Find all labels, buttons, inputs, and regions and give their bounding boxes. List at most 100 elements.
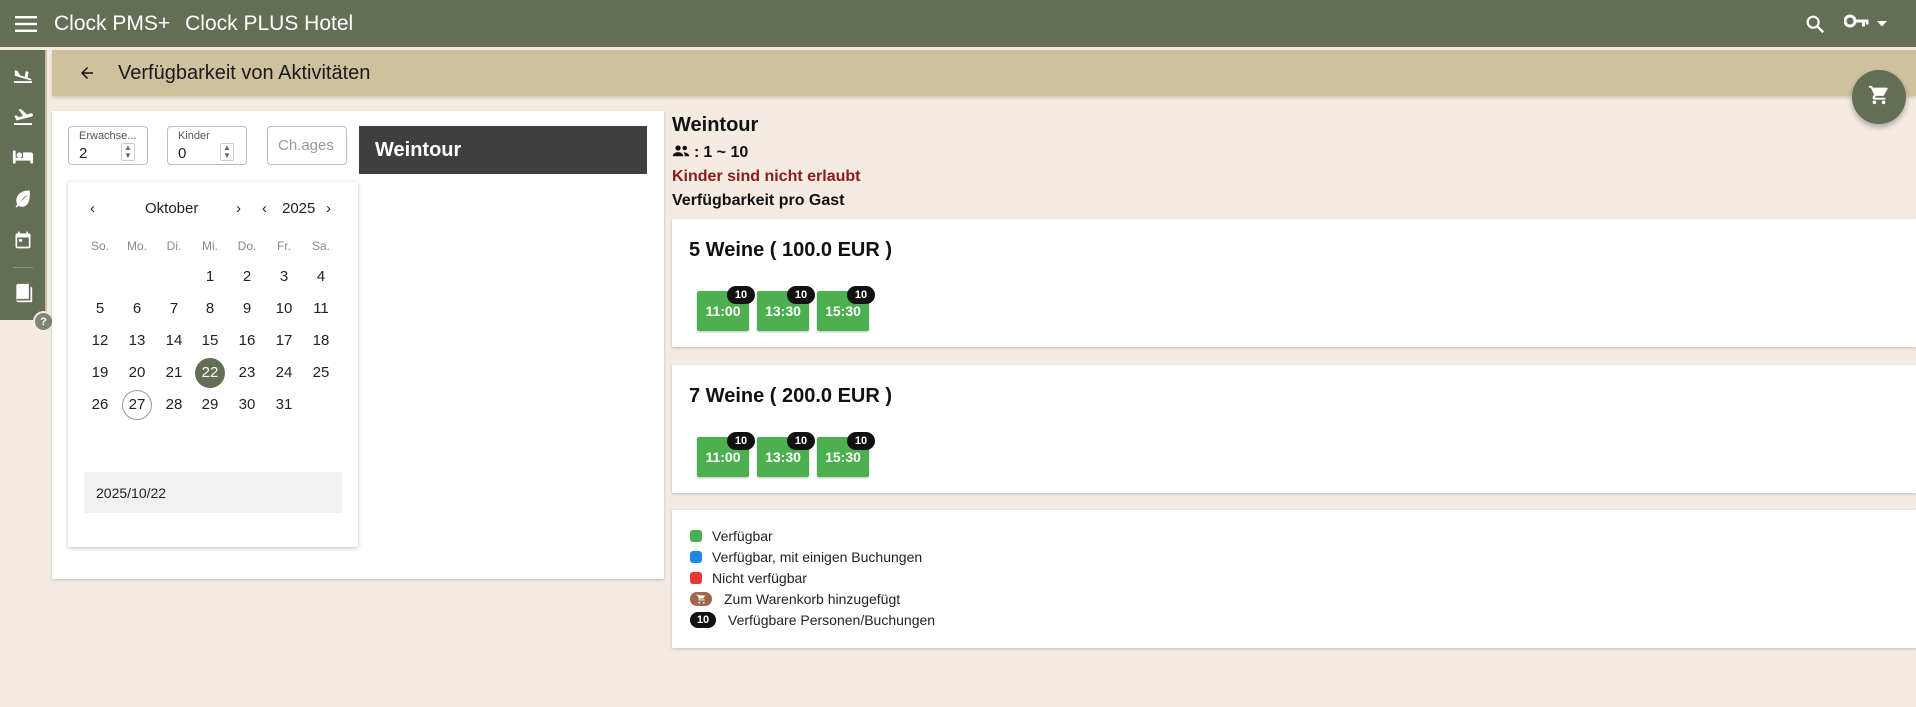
year-label[interactable]: 2025 [282,200,315,217]
leaf-icon[interactable] [8,183,38,213]
prev-month-button[interactable]: ‹ [90,200,95,217]
slot-time: 11:00 [705,303,741,319]
time-slot-button[interactable]: 11:00 10 [697,286,755,331]
menu-icon[interactable] [13,11,39,37]
flight-takeoff-icon[interactable] [8,100,38,130]
calendar-day[interactable]: 24 [269,358,299,388]
slot-availability-badge: 10 [847,432,875,450]
legend-item: Verfügbar, mit einigen Buchungen [690,547,922,567]
legend-label: Verfügbar, mit einigen Buchungen [712,549,923,565]
adults-spinner[interactable]: ▲ ▼ [121,143,135,161]
calendar-day[interactable]: 6 [122,294,152,324]
children-stepper[interactable]: Kinder 0 ▲ ▼ [167,126,247,165]
month-label[interactable]: Oktober [145,200,198,217]
weekday-header: Fr. [277,239,291,253]
calendar-day[interactable]: 16 [232,326,262,356]
calendar-day[interactable]: 17 [269,326,299,356]
activity-title: Weintour [672,114,759,136]
side-nav-rail [0,50,47,320]
children-value[interactable]: 0 [178,145,186,162]
calendar-day[interactable]: 30 [232,390,262,420]
option-card: 5 Weine ( 100.0 EUR ) 11:00 10 13:30 10 … [672,219,1916,347]
calendar-day[interactable]: 18 [306,326,336,356]
count-badge-swatch: 10 [690,612,716,628]
time-slot-button[interactable]: 15:30 10 [817,286,875,331]
children-spinner[interactable]: ▲ ▼ [220,143,234,161]
calendar-day[interactable]: 3 [269,262,299,292]
children-warning: Kinder sind nicht erlaubt [672,168,861,185]
next-month-button[interactable]: › [236,200,241,217]
calendar-day[interactable]: 5 [85,294,115,324]
calendar-day[interactable]: 12 [85,326,115,356]
calendar-day[interactable]: 23 [232,358,262,388]
calendar-day[interactable]: 9 [232,294,262,324]
time-slot-button[interactable]: 15:30 10 [817,432,875,477]
calendar-day[interactable]: 28 [159,390,189,420]
adults-value[interactable]: 2 [79,145,87,162]
calendar-day[interactable]: 20 [122,358,152,388]
slot-availability-badge: 10 [727,432,755,450]
calendar-day[interactable]: 4 [306,262,336,292]
child-ages-input[interactable]: Ch.ages [267,126,347,165]
available-some-swatch [690,551,702,563]
capacity-prefix: : [694,144,700,161]
key-icon [1843,13,1870,34]
flight-land-icon[interactable] [8,58,38,88]
hotel-name[interactable]: Clock PLUS Hotel [185,12,353,36]
time-slot-button[interactable]: 13:30 10 [757,432,815,477]
children-label: Kinder [178,130,210,142]
calendar-day[interactable]: 29 [195,390,225,420]
calendar-day[interactable]: 11 [306,294,336,324]
back-arrow-icon[interactable] [72,58,102,88]
time-slot-button[interactable]: 11:00 10 [697,432,755,477]
top-app-bar: Clock PMS+ Clock PLUS Hotel [0,0,1916,47]
weekday-header: So. [90,239,109,253]
weekday-header: Mo. [126,239,147,253]
slot-availability-badge: 10 [787,432,815,450]
adults-stepper[interactable]: Erwachse... 2 ▲ ▼ [68,126,148,165]
app-name[interactable]: Clock PMS+ [54,12,170,36]
calendar-day[interactable]: 26 [85,390,115,420]
activity-header[interactable]: Weintour [359,126,647,174]
next-year-button[interactable]: › [326,200,331,217]
time-slot-button[interactable]: 13:30 10 [757,286,815,331]
slot-time: 15:30 [825,449,861,465]
legend-item: 10 Verfügbare Personen/Buchungen [690,610,935,630]
calendar-day[interactable]: 13 [122,326,152,356]
people-icon [672,144,690,162]
calendar-day[interactable]: 2 [232,262,262,292]
not-available-swatch [690,572,702,584]
option-title: 7 Weine ( 200.0 EUR ) [689,385,893,407]
calendar-icon[interactable] [8,225,38,255]
cart-button[interactable] [1852,70,1906,124]
calendar-day[interactable]: 8 [195,294,225,324]
legend-item: Verfügbar [690,526,773,546]
shopping-cart-icon [1868,84,1890,111]
bed-icon[interactable] [8,142,38,172]
search-icon[interactable] [1804,13,1826,35]
calendar-day[interactable]: 7 [159,294,189,324]
option-title: 5 Weine ( 100.0 EUR ) [689,239,893,261]
calendar-day[interactable]: 21 [159,358,189,388]
book-icon[interactable] [8,278,38,308]
legend-item: Zum Warenkorb hinzugefügt [690,589,900,609]
calendar-day[interactable]: 19 [85,358,115,388]
calendar-day[interactable]: 31 [269,390,299,420]
calendar-day[interactable]: 27 [122,390,152,420]
prev-year-button[interactable]: ‹ [262,200,267,217]
calendar-day[interactable]: 25 [306,358,336,388]
capacity-range: 1 ~ 10 [703,144,749,161]
slot-availability-badge: 10 [787,286,815,304]
calendar-day[interactable]: 10 [269,294,299,324]
weekday-header: Sa. [311,239,330,253]
legend-label: Nicht verfügbar [712,570,807,586]
calendar-day[interactable]: 15 [195,326,225,356]
calendar-day-selected[interactable]: 22 [195,358,225,388]
selected-date-field[interactable]: 2025/10/22 [84,472,342,513]
calendar-day[interactable]: 14 [159,326,189,356]
legend-label: Zum Warenkorb hinzugefügt [724,591,901,607]
help-icon[interactable]: ? [33,311,54,332]
calendar-day[interactable]: 1 [195,262,225,292]
account-menu[interactable] [1843,13,1888,34]
slot-time: 13:30 [765,449,801,465]
